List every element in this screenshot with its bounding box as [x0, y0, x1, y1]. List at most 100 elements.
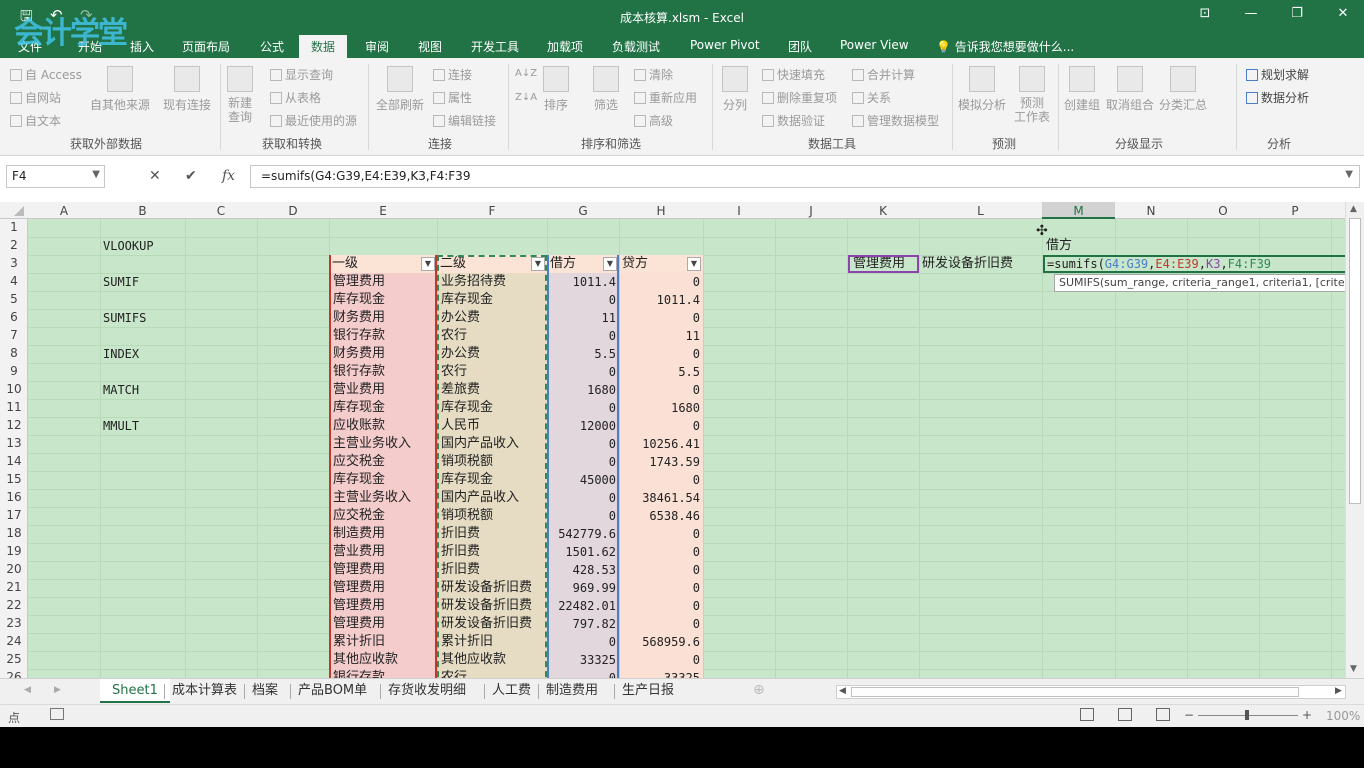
show-queries-button[interactable]: 显示查询 — [270, 66, 333, 83]
advanced-filter-button[interactable]: 高级 — [634, 112, 673, 129]
solver-button[interactable]: 规划求解 — [1246, 66, 1309, 83]
flash-fill-button[interactable]: 快速填充 — [762, 66, 825, 83]
table-cell-h[interactable]: 0 — [620, 381, 703, 399]
sort-az-icon[interactable]: A↓Z — [515, 68, 537, 79]
from-table-button[interactable]: 从表格 — [270, 89, 321, 106]
edit-links-button[interactable]: 编辑链接 — [433, 112, 496, 129]
data-validation-button[interactable]: 数据验证 — [762, 112, 825, 129]
page-break-view-icon[interactable] — [1156, 708, 1170, 721]
insert-function-icon[interactable]: fx — [222, 168, 235, 184]
scroll-down-icon[interactable]: ▼ — [1350, 664, 1357, 674]
vertical-scrollbar[interactable]: ▲ ▼ — [1345, 202, 1364, 678]
refresh-all-button[interactable]: 全部刷新 — [376, 66, 424, 113]
page-layout-view-icon[interactable] — [1118, 708, 1132, 721]
new-query-button[interactable]: 新建 查询 — [227, 66, 253, 124]
table-cell-h[interactable]: 0 — [620, 597, 703, 615]
name-box[interactable]: F4 ▼ — [6, 165, 105, 188]
horizontal-scrollbar[interactable]: ◀ ▶ — [836, 685, 1346, 699]
from-web-button[interactable]: 自网站 — [10, 89, 61, 106]
table-cell-h[interactable]: 1743.59 — [620, 453, 703, 471]
table-cell-h[interactable]: 0 — [620, 651, 703, 669]
hscroll-thumb[interactable] — [851, 687, 1299, 697]
sheet-tab-1[interactable]: Sheet1 — [100, 679, 170, 703]
group-rows-button[interactable]: 创建组 — [1064, 66, 1100, 113]
prev-sheet-icon[interactable]: ◀ — [24, 685, 31, 695]
tab-view[interactable]: 视图 — [418, 38, 442, 55]
table-cell-h[interactable]: 568959.6 — [620, 633, 703, 651]
table-cell-h[interactable]: 0 — [620, 471, 703, 489]
table-cell-h[interactable]: 0 — [620, 525, 703, 543]
worksheet-grid[interactable]: ABCDEFGHIJKLMNOP 1 2 3 4 5 6 7 8 9 10 11 12 13 14 15 16… — [0, 202, 1364, 678]
properties-button[interactable]: 属性 — [433, 89, 472, 106]
function-label[interactable]: SUMIFS — [101, 309, 185, 327]
recent-sources-button[interactable]: 最近使用的源 — [270, 112, 357, 129]
sheet-tab-2[interactable]: 成本计算表 — [166, 679, 243, 703]
sheet-tab-3[interactable]: 档案 — [246, 679, 284, 703]
table-cell-h[interactable]: 0 — [620, 615, 703, 633]
table-cell-h[interactable]: 11 — [620, 327, 703, 345]
table-cell-h[interactable]: 0 — [620, 417, 703, 435]
function-label[interactable]: MMULT — [101, 417, 185, 435]
forecast-sheet-button[interactable]: 预测 工作表 — [1014, 66, 1050, 124]
table-cell-h[interactable]: 33325 — [620, 669, 703, 678]
sheet-tab-4[interactable]: 产品BOM单 — [292, 679, 373, 703]
existing-connections-button[interactable]: 现有连接 — [163, 66, 211, 113]
expand-formula-icon[interactable]: ▼ — [1345, 169, 1353, 180]
what-if-analysis-button[interactable]: 模拟分析 — [958, 66, 1006, 113]
chevron-down-icon[interactable]: ▼ — [92, 169, 100, 180]
tab-team[interactable]: 团队 — [788, 38, 812, 55]
scrollbar-thumb[interactable] — [1349, 218, 1361, 504]
formula-input[interactable]: =sumifs(G4:G39,E4:E39,K3,F4:F39 ▼ — [250, 165, 1360, 188]
table-cell-h[interactable]: 0 — [620, 345, 703, 363]
active-cell-m3[interactable]: =sumifs(G4:G39,E4:E39,K3,F4:F39 — [1043, 255, 1364, 273]
table-cell-h[interactable]: 10256.41 — [620, 435, 703, 453]
table-cell-h[interactable]: 1680 — [620, 399, 703, 417]
table-cell-h[interactable]: 0 — [620, 543, 703, 561]
text-to-columns-button[interactable]: 分列 — [722, 66, 748, 113]
close-button[interactable]: ✕ — [1328, 6, 1358, 21]
data-analysis-button[interactable]: 数据分析 — [1246, 89, 1309, 106]
connections-button[interactable]: 连接 — [433, 66, 472, 83]
table-header-h[interactable]: 贷方 ▼ — [620, 255, 703, 273]
tab-page-layout[interactable]: 页面布局 — [182, 38, 230, 55]
tell-me-search[interactable]: 💡 告诉我您想要做什么... — [936, 38, 1074, 55]
zoom-out-icon[interactable]: − — [1184, 708, 1194, 722]
scroll-right-icon[interactable]: ▶ — [1335, 686, 1342, 696]
table-cell-h[interactable]: 1011.4 — [620, 291, 703, 309]
table-cell-h[interactable]: 0 — [620, 561, 703, 579]
reapply-button[interactable]: 重新应用 — [634, 89, 697, 106]
filter-button[interactable]: 筛选 — [593, 66, 619, 113]
sheet-tab-5[interactable]: 存货收发明细 — [382, 679, 472, 703]
tab-load-test[interactable]: 负载测试 — [612, 38, 660, 55]
table-cell-h[interactable]: 0 — [620, 579, 703, 597]
filter-dropdown-icon[interactable]: ▼ — [687, 257, 701, 271]
consolidate-button[interactable]: 合并计算 — [852, 66, 915, 83]
subtotal-button[interactable]: 分类汇总 — [1159, 66, 1207, 113]
normal-view-icon[interactable] — [1080, 708, 1094, 721]
sheet-tab-7[interactable]: 制造费用 — [540, 679, 604, 703]
function-label[interactable]: MATCH — [101, 381, 185, 399]
scroll-up-icon[interactable]: ▲ — [1350, 204, 1357, 214]
from-access-button[interactable]: 自 Access — [10, 66, 82, 83]
tab-insert[interactable]: 插入 — [130, 38, 154, 55]
table-cell-h[interactable]: 38461.54 — [620, 489, 703, 507]
tab-power-view[interactable]: Power View — [840, 38, 909, 52]
sheet-tab-8[interactable]: 生产日报 — [616, 679, 680, 703]
zoom-slider-thumb[interactable] — [1245, 710, 1249, 720]
sort-za-icon[interactable]: Z↓A — [515, 92, 537, 103]
criteria-cell-k3[interactable]: 管理费用 — [848, 255, 919, 273]
tab-review[interactable]: 审阅 — [365, 38, 389, 55]
remove-duplicates-button[interactable]: 删除重复项 — [762, 89, 837, 106]
minimize-button[interactable]: — — [1236, 6, 1266, 21]
criteria-cell-l3[interactable]: 研发设备折旧费 — [920, 255, 1042, 273]
function-label[interactable]: VLOOKUP — [101, 237, 185, 255]
from-other-sources-button[interactable]: 自其他来源 — [90, 66, 150, 113]
macro-record-icon[interactable] — [50, 708, 64, 720]
add-sheet-icon[interactable]: ⊕ — [753, 682, 765, 698]
tab-addins[interactable]: 加载项 — [547, 38, 583, 55]
function-label[interactable]: INDEX — [101, 345, 185, 363]
table-cell-h[interactable]: 0 — [620, 309, 703, 327]
sort-button[interactable]: 排序 — [543, 66, 569, 113]
enter-icon[interactable]: ✔ — [185, 168, 197, 184]
restore-button[interactable]: ❐ — [1282, 6, 1312, 21]
